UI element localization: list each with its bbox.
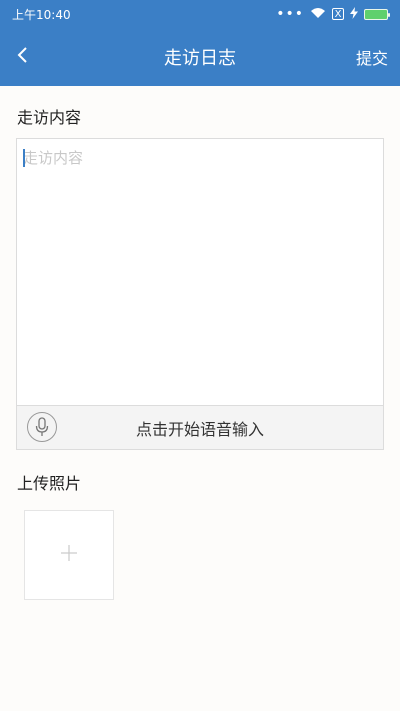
back-button[interactable] [10, 42, 36, 72]
visit-content-box: 点击开始语音输入 [16, 138, 384, 450]
page-title: 走访日志 [164, 48, 236, 69]
text-cursor [23, 149, 25, 167]
voice-input-button[interactable]: 点击开始语音输入 [17, 405, 383, 449]
battery-icon [364, 8, 390, 20]
upload-photos-label: 上传照片 [17, 474, 82, 493]
more-dots-icon: ••• [276, 6, 304, 22]
visit-content-label: 走访内容 [17, 108, 82, 127]
voice-input-label: 点击开始语音输入 [135, 419, 264, 439]
submit-button[interactable]: 提交 [356, 45, 388, 69]
add-photo-button[interactable] [24, 510, 114, 600]
wifi-icon [310, 7, 326, 22]
visit-content-input[interactable] [17, 139, 383, 405]
charging-icon [350, 6, 358, 22]
chevron-left-icon [17, 46, 29, 68]
status-icons: ••• X [276, 6, 390, 22]
app-header: 走访日志 提交 [0, 28, 400, 86]
plus-icon [59, 543, 79, 567]
status-time: 上午10:40 [12, 7, 71, 22]
status-bar: 上午10:40 ••• X [0, 0, 400, 28]
sim-icon: X [332, 8, 344, 20]
microphone-icon[interactable] [27, 412, 57, 442]
